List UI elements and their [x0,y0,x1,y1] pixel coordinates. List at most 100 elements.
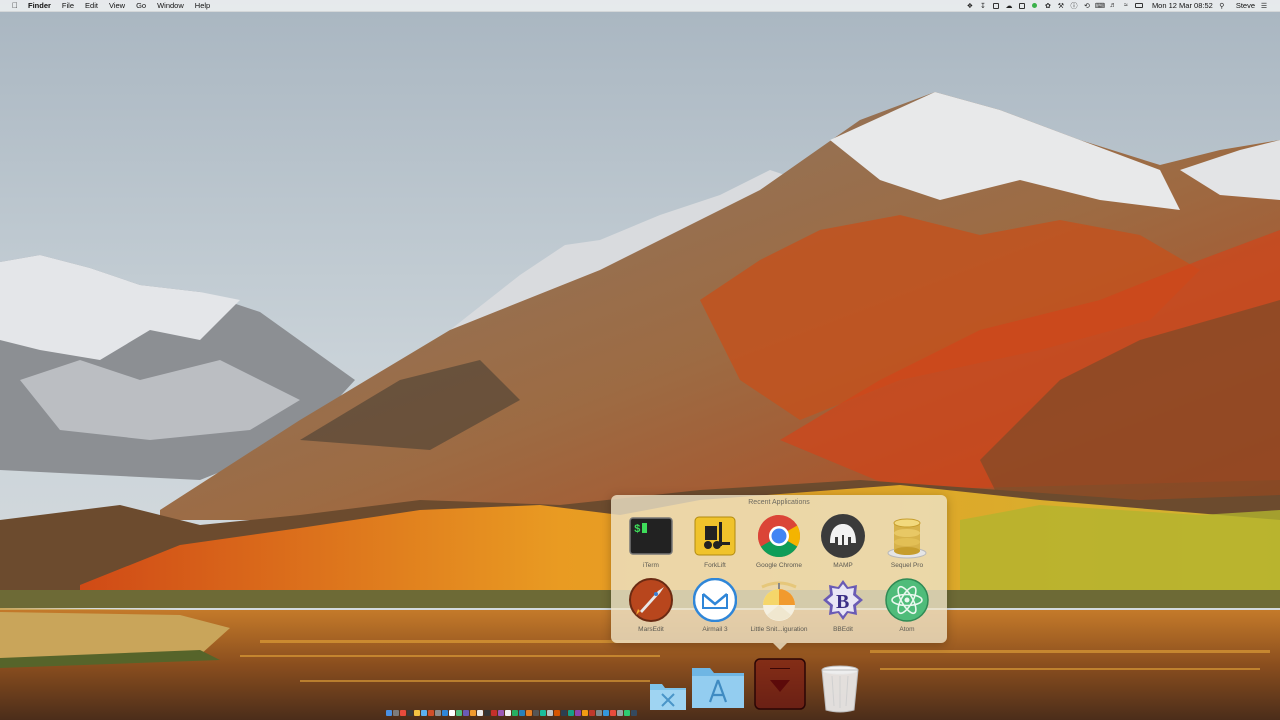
recent-applications-popover: Recent Applications $ iTerm ForkLift Goo… [611,495,947,643]
app-label: Atom [899,626,915,633]
dock-app-icon[interactable] [631,710,637,716]
app-atom[interactable]: Atom [875,577,939,641]
menu-file[interactable]: File [62,1,74,10]
iterm-icon: $ [628,513,674,559]
dock-app-icon[interactable] [561,710,567,716]
chrome-icon [756,513,802,559]
trash-icon[interactable] [818,664,862,719]
search-icon[interactable]: ⚲ [1218,2,1226,10]
dock-app-icon[interactable] [414,710,420,716]
dock-app-icon[interactable] [589,710,595,716]
app-marsedit[interactable]: MarsEdit [619,577,683,641]
dock-app-icon[interactable] [421,710,427,716]
dock-app-icon[interactable] [596,710,602,716]
download-icon[interactable]: ↧ [979,2,987,10]
keyboard-icon[interactable]: ⌨ [1095,2,1105,10]
menu-clock[interactable]: Mon 12 Mar 08:52 [1152,1,1213,10]
app-mamp[interactable]: MAMP [811,513,875,577]
dock-app-icon[interactable] [540,710,546,716]
menu-user[interactable]: Steve [1236,1,1255,10]
menu-app-name[interactable]: Finder [28,1,51,10]
dock-app-icon[interactable] [547,710,553,716]
dock-app-icon[interactable] [533,710,539,716]
dock-app-icon[interactable] [456,710,462,716]
dock-app-icon[interactable] [568,710,574,716]
battery-icon[interactable] [1134,2,1143,10]
dock-app-icon[interactable] [386,710,392,716]
popover-title: Recent Applications [748,499,810,506]
cloud-icon[interactable]: ☁ [1005,2,1013,10]
app-label: iTerm [643,562,659,569]
recent-apps-grid: $ iTerm ForkLift Google Chrome MAMP Sequ… [619,513,939,641]
fan-icon[interactable]: ✿ [1044,2,1052,10]
svg-text:B: B [836,591,849,613]
utilities-folder-icon[interactable] [648,680,688,717]
bbedit-icon: B [820,577,866,623]
app-label: Sequel Pro [890,562,924,569]
dock-app-icon[interactable] [624,710,630,716]
apple-logo-icon[interactable]:  [10,1,20,10]
popover-pointer [773,643,787,650]
app-label: Little Snit...iguration [750,626,808,633]
app-label: MAMP [833,562,853,569]
notification-center-icon[interactable]: ☰ [1260,2,1268,10]
status-dot-icon[interactable] [1031,2,1039,10]
dock-app-strip [386,708,648,718]
menu-bar:  Finder File Edit View Go Window Help ❖… [0,0,1280,12]
app-google-chrome[interactable]: Google Chrome [747,513,811,577]
dock-app-icon[interactable] [491,710,497,716]
dock-app-icon[interactable] [603,710,609,716]
menu-go[interactable]: Go [136,1,146,10]
menu-help[interactable]: Help [195,1,210,10]
wrench-icon[interactable]: ⚒ [1057,2,1065,10]
dock-app-icon[interactable] [477,710,483,716]
dock-app-icon[interactable] [435,710,441,716]
app-sequel-pro[interactable]: Sequel Pro [875,513,939,577]
dock-app-icon[interactable] [582,710,588,716]
app-label: MarsEdit [638,626,664,633]
dock-app-icon[interactable] [393,710,399,716]
dock-app-icon[interactable] [512,710,518,716]
app-iterm[interactable]: $ iTerm [619,513,683,577]
recent-applications-stack-icon[interactable] [754,658,806,715]
dock-app-icon[interactable] [554,710,560,716]
app-label: ForkLift [704,562,726,569]
svg-text:$: $ [634,524,641,536]
screen-icon[interactable] [992,2,1000,10]
dock-app-icon[interactable] [505,710,511,716]
dock-app-icon[interactable] [519,710,525,716]
dock-app-icon[interactable] [449,710,455,716]
dock-app-icon[interactable] [407,710,413,716]
dock-app-icon[interactable] [470,710,476,716]
dock-app-icon[interactable] [442,710,448,716]
dock-app-icon[interactable] [484,710,490,716]
dock-app-icon[interactable] [400,710,406,716]
menu-view[interactable]: View [109,1,125,10]
dock-app-icon[interactable] [610,710,616,716]
wifi-icon[interactable]: ≈ [1122,2,1130,10]
mamp-elephant-icon [820,513,866,559]
applications-folder-icon[interactable] [690,664,746,715]
time-machine-icon[interactable]: ⟲ [1083,2,1091,10]
app-label: Airmail 3 [702,626,728,633]
dock-app-icon[interactable] [575,710,581,716]
dock-app-icon[interactable] [617,710,623,716]
window-icon[interactable] [1018,2,1026,10]
dock-app-icon[interactable] [526,710,532,716]
app-forklift[interactable]: ForkLift [683,513,747,577]
app-little-snitch[interactable]: Little Snit...iguration [747,577,811,641]
menu-window[interactable]: Window [157,1,184,10]
dock-app-icon[interactable] [463,710,469,716]
dock-app-icon[interactable] [498,710,504,716]
database-icon [884,513,930,559]
menu-edit[interactable]: Edit [85,1,98,10]
app-label: BBEdit [833,626,853,633]
atom-icon [884,577,930,623]
app-airmail-3[interactable]: Airmail 3 [683,577,747,641]
volume-icon[interactable]: ♬ [1109,2,1117,10]
rocket-icon [628,577,674,623]
dropbox-icon[interactable]: ❖ [966,2,974,10]
app-bbedit[interactable]: B BBEdit [811,577,875,641]
info-icon[interactable]: ⓘ [1070,2,1078,10]
dock-app-icon[interactable] [428,710,434,716]
